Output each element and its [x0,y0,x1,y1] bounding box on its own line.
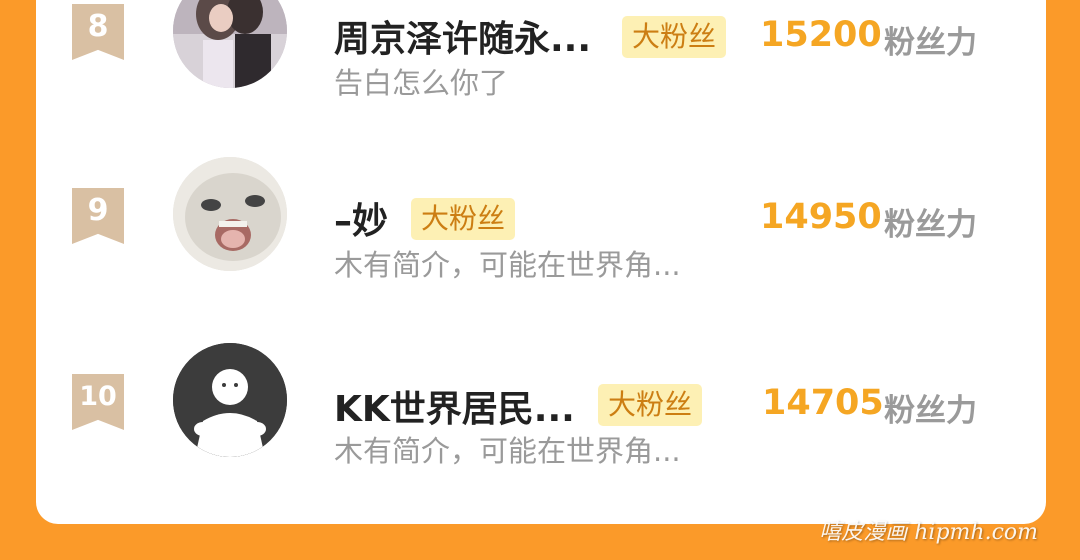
rank-badge: 10 [72,374,124,430]
list-item[interactable]: 8 周京泽许随永... 大粉丝 告白怎么你了 15200 粉丝力 [36,0,1046,100]
avatar[interactable] [173,157,287,271]
rank-number: 10 [79,381,117,412]
username[interactable]: KK世界居民... [334,380,575,432]
site-watermark: 嘻皮漫画 hipmh.com [819,520,1038,545]
fan-level-badge: 大粉丝 [598,384,703,426]
username[interactable]: –妙 [334,192,388,244]
rank-number: 9 [87,193,109,228]
rank-badge: 8 [72,4,124,60]
avatar[interactable] [173,343,287,457]
fan-power-label: 粉丝力 [884,25,977,61]
cat-avatar-icon [173,157,287,271]
fan-ranking-card: 8 周京泽许随永... 大粉丝 告白怎么你了 15200 粉丝力 9 –妙 大粉… [36,0,1046,524]
user-bio: 木有简介，可能在世界角... [334,248,681,282]
fan-level-badge: 大粉丝 [622,16,727,58]
fan-level-badge: 大粉丝 [411,198,516,240]
rank-badge: 9 [72,188,124,244]
user-bio: 告白怎么你了 [334,66,509,100]
fan-power-value: 14705 [762,383,884,423]
avatar[interactable] [173,0,287,88]
user-bio: 木有简介，可能在世界角... [334,434,681,468]
default-avatar-icon [173,343,287,457]
fan-power-label: 粉丝力 [884,393,977,429]
list-item[interactable]: 10 KK世界居民... 大粉丝 木有简介，可能在世界角... 14705 粉丝… [36,332,1046,472]
fan-power-value: 14950 [760,197,882,237]
fan-power-value: 15200 [760,15,882,55]
fan-power-label: 粉丝力 [884,207,977,243]
avatar-photo-icon [173,0,287,88]
list-item[interactable]: 9 –妙 大粉丝 木有简介，可能在世界角... 14950 粉丝力 [36,146,1046,286]
username[interactable]: 周京泽许随永... [334,10,591,62]
rank-number: 8 [87,9,109,44]
